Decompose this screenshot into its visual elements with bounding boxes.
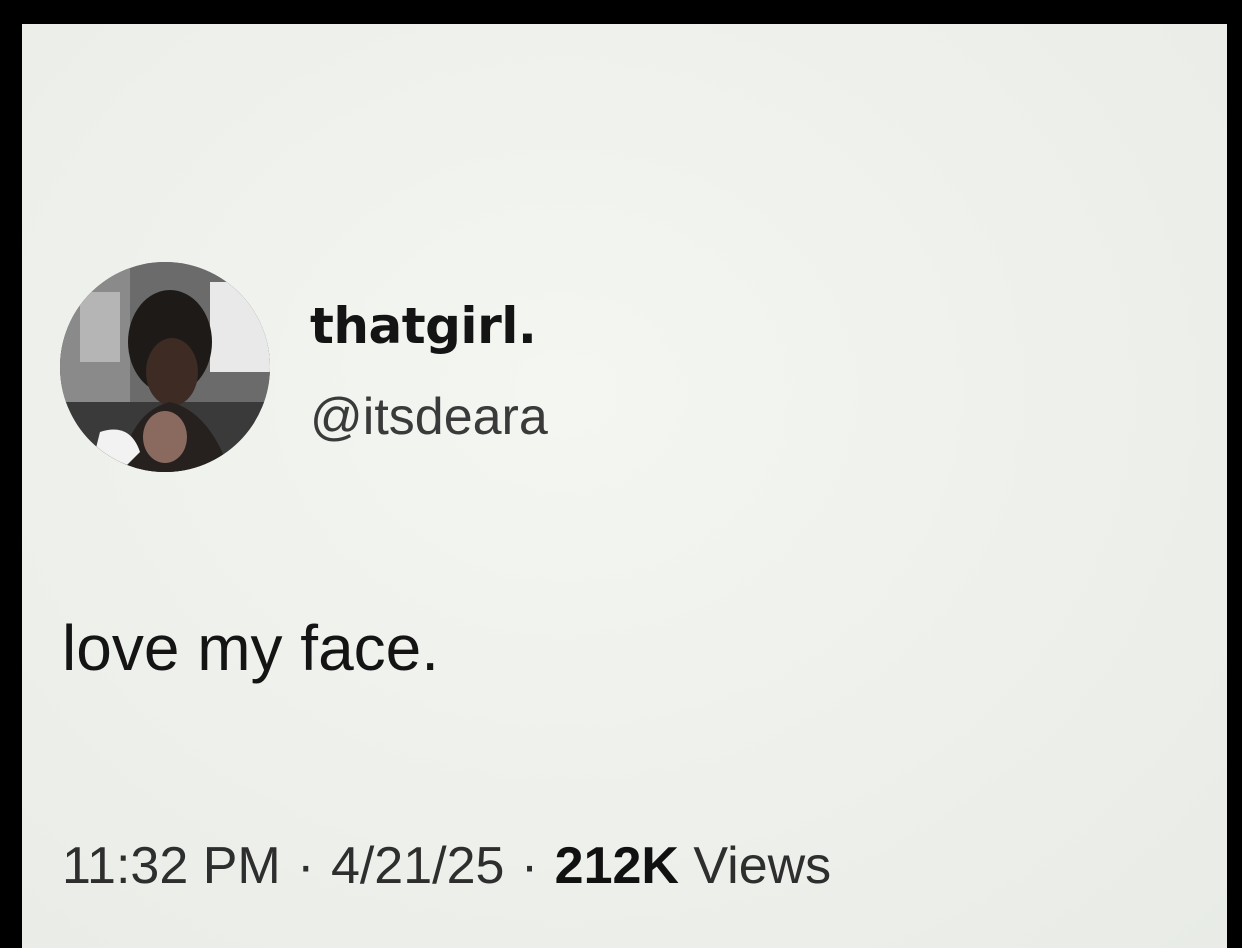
tweet-text: love my face.	[62, 612, 440, 684]
tweet-time[interactable]: 11:32 PM	[62, 837, 281, 895]
tweet-card: thatgirl. @itsdeara love my face. 11:32 …	[22, 24, 1227, 948]
tweet-metadata: 11:32 PM · 4/21/25 · 212K Views	[62, 834, 831, 898]
tweet-date[interactable]: 4/21/25	[331, 837, 505, 895]
screenshot-frame: thatgirl. @itsdeara love my face. 11:32 …	[0, 0, 1242, 948]
avatar[interactable]	[60, 262, 270, 472]
avatar-photo	[60, 262, 270, 472]
meta-separator: ·	[506, 837, 553, 895]
views-label: Views	[678, 837, 832, 895]
views-count[interactable]: 212K	[555, 837, 679, 895]
display-name[interactable]: thatgirl.	[310, 296, 537, 356]
username-handle[interactable]: @itsdeara	[310, 386, 548, 448]
meta-separator: ·	[282, 837, 329, 895]
